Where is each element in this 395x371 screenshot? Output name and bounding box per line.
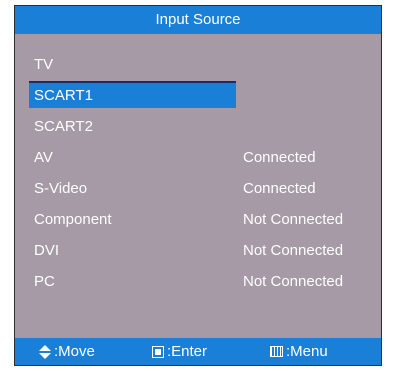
source-item-component[interactable]: Component Not Connected bbox=[15, 204, 381, 235]
menu-title: Input Source bbox=[15, 6, 381, 34]
enter-square-icon bbox=[152, 345, 164, 358]
source-label: SCART2 bbox=[34, 118, 93, 135]
source-item-scart1[interactable]: SCART1 bbox=[15, 80, 381, 111]
source-status: Not Connected bbox=[243, 273, 344, 290]
source-label: PC bbox=[34, 273, 55, 290]
source-item-tv[interactable]: TV bbox=[15, 49, 381, 80]
source-label: TV bbox=[34, 56, 54, 73]
source-item-scart2[interactable]: SCART2 bbox=[15, 111, 381, 142]
move-hint: :Move bbox=[39, 338, 95, 365]
source-status: Connected bbox=[243, 180, 316, 197]
source-label: SCART1 bbox=[34, 87, 93, 104]
source-item-s-video[interactable]: S-Video Connected bbox=[15, 173, 381, 204]
source-item-dvi[interactable]: DVI Not Connected bbox=[15, 235, 381, 266]
source-item-av[interactable]: AV Connected bbox=[15, 142, 381, 173]
source-list: TV SCART1 SCART2 AV Connected S-Video Co… bbox=[15, 49, 381, 297]
menu-hint: :Menu bbox=[270, 338, 328, 365]
source-item-pc[interactable]: PC Not Connected bbox=[15, 266, 381, 297]
up-down-arrows-icon bbox=[39, 344, 51, 359]
source-status: Not Connected bbox=[243, 211, 344, 228]
enter-label: :Enter bbox=[167, 343, 208, 360]
source-label: Component bbox=[34, 211, 112, 228]
source-label: S-Video bbox=[34, 180, 88, 197]
enter-hint: :Enter bbox=[152, 338, 207, 365]
menu-grid-icon bbox=[270, 346, 283, 357]
footer-hint-bar: :Move :Enter :Menu bbox=[15, 338, 381, 365]
source-label: DVI bbox=[34, 242, 60, 259]
move-label: :Move bbox=[54, 343, 95, 360]
input-source-menu: Input Source TV SCART1 SCART2 AV Connect… bbox=[14, 5, 382, 366]
source-label: AV bbox=[34, 149, 53, 166]
menu-label: :Menu bbox=[286, 343, 328, 360]
source-status: Connected bbox=[243, 149, 316, 166]
source-status: Not Connected bbox=[243, 242, 344, 259]
